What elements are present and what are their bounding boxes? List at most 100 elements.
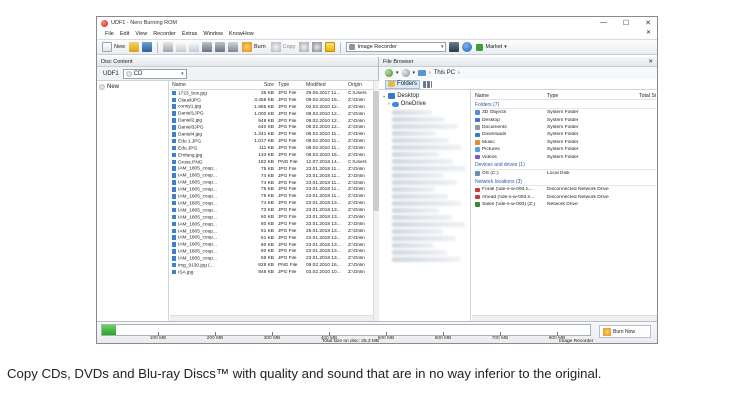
list-item[interactable]: Music System Folder (475, 139, 656, 146)
chevron-down-icon: ▾ (504, 44, 507, 50)
table-row[interactable]: IAM_1805_coup... 60 KB JPG File 23.01.2018 … (170, 248, 379, 255)
tree-item-new[interactable]: New (99, 83, 166, 91)
disc-type-select[interactable]: CD ▾ (122, 68, 187, 79)
table-row[interactable]: Edu.JPG 111 KB JPG File 08.02.2010 11... Z:\… (170, 145, 379, 152)
copy-icon[interactable] (176, 42, 187, 52)
cell-origin: Z:\Onlin (348, 201, 365, 207)
list-item[interactable]: 3D Objects System Folder (475, 109, 656, 116)
folders-toggle-button[interactable]: Folders (385, 79, 421, 89)
menu-knowhow[interactable]: KnowHow (229, 31, 254, 37)
burn-button[interactable]: Burn (241, 41, 267, 53)
column-size[interactable]: Size (250, 82, 276, 88)
table-row[interactable]: IAM_1805_coup... 74 KB JPG File 23.01.2018 … (170, 173, 379, 180)
paste-icon[interactable] (189, 42, 200, 52)
table-row[interactable]: Gross.PNG 182 KB PNG File 12.07.2018 14... C… (170, 159, 379, 166)
list-body: Folders (7) 3D Objects System Folder Deskto… (475, 101, 656, 208)
table-row[interactable]: IAM_1805_coup... 60 KB JPG File 23.01.2018 … (170, 242, 379, 249)
cut-icon[interactable] (163, 42, 174, 52)
image-file-icon (172, 97, 176, 103)
list-item[interactable]: Ahead (\\de-s-w-093.n... Disconnected Net… (475, 194, 656, 201)
column-name[interactable]: Name (475, 93, 547, 99)
chevron-down-icon[interactable]: ▾ (413, 70, 416, 76)
table-row[interactable]: IAM_1805_coup... 75 KB JPG File 23.01.2018 … (170, 186, 379, 193)
column-name[interactable]: Name (170, 82, 250, 88)
column-type[interactable]: Type (547, 93, 617, 99)
list-item[interactable]: Desktop System Folder (475, 116, 656, 123)
list-item[interactable]: Downloads System Folder (475, 131, 656, 138)
close-button[interactable]: ✕ (645, 19, 651, 27)
menu-edit[interactable]: Edit (120, 31, 129, 37)
menu-window[interactable]: Window (203, 31, 223, 37)
disc-icon[interactable] (312, 42, 323, 52)
maximize-button[interactable]: ☐ (623, 19, 629, 27)
list-item[interactable]: OS (C:) Local Disk (475, 170, 656, 177)
panel-close-icon[interactable]: ✕ (648, 59, 653, 65)
menu-file[interactable]: File (105, 31, 114, 37)
table-row[interactable]: IAM_1805_coup... 59 KB JPG File 23.01.2018 … (170, 255, 379, 262)
tree-item-onedrive[interactable]: › OneDrive (382, 100, 470, 108)
copy-disc-button[interactable]: Copy (270, 41, 297, 53)
list-item[interactable]: Pictures System Folder (475, 146, 656, 153)
collapse-icon[interactable]: › (388, 101, 390, 107)
table-row[interactable]: 1723_box.jpg 35 KB JPG File 29.05.2017 11..… (170, 90, 379, 97)
table-row[interactable]: Daniel4.jpg 1.341 KB JPG File 08.02.2010 11… (170, 131, 379, 138)
desktop-icon (388, 93, 396, 99)
table-row[interactable]: Daniel3JPG 640 KB JPG File 08.02.2010 12...… (170, 124, 379, 131)
recorder-select[interactable]: Image Recorder ▾ (346, 42, 447, 52)
menu-extras[interactable]: Extras (182, 31, 198, 37)
disc-info-icon[interactable] (215, 42, 226, 52)
drive-info-icon[interactable] (449, 42, 460, 52)
tools-icon[interactable] (228, 42, 239, 52)
table-row[interactable]: Edu 1.JPG 1.017 KB JPG File 08.02.2010 11..… (170, 138, 379, 145)
group-header[interactable]: Folders (7) (475, 101, 656, 109)
column-modified[interactable]: Modified (304, 82, 346, 88)
chevron-down-icon[interactable]: ▾ (396, 70, 399, 76)
column-origin[interactable]: Origin (346, 82, 372, 88)
view-mode-icon[interactable] (423, 80, 433, 88)
table-row[interactable]: Emfang.jpg 133 KB JPG File 08.02.2010 15...… (170, 152, 379, 159)
list-item[interactable]: Forall (\\de-s-w-093.n... Disconnected Ne… (475, 186, 656, 193)
file-name: Gross.PNG (178, 160, 203, 166)
table-row[interactable]: ClaudiJPG 3.458 KB JPG File 09.02.2010 16..… (170, 97, 379, 104)
column-total-size[interactable]: Total Si (639, 93, 656, 99)
eject-icon[interactable] (299, 42, 310, 52)
breadcrumb[interactable]: This PC (434, 70, 455, 76)
table-row[interactable]: IAM_1805_coup... 61 KB JPG File 23.01.2018 … (170, 235, 379, 242)
group-header[interactable]: Network locations (3) (475, 178, 656, 187)
info-icon[interactable] (462, 42, 473, 52)
table-row[interactable]: IAM_1805_coup... 73 KB JPG File 23.01.2018 … (170, 207, 379, 214)
minimize-button[interactable]: — (600, 19, 607, 27)
market-button[interactable]: Market ▾ (475, 41, 507, 53)
menu-close-icon[interactable]: ✕ (646, 29, 651, 36)
table-row[interactable]: img_9130.jpg (... 828 KB PNG File 09.02.201… (170, 262, 379, 269)
expand-icon[interactable]: ⌄ (382, 93, 386, 99)
back-icon[interactable] (385, 69, 393, 77)
tree-item-desktop[interactable]: ⌄ Desktop (382, 92, 470, 100)
properties-icon[interactable] (202, 42, 213, 52)
table-row[interactable]: IAM_1805_coup... 75 KB JPG File 23.01.2018 … (170, 166, 379, 173)
open-folder-icon[interactable] (129, 42, 140, 52)
table-row[interactable]: IAM_1805_coup... 60 KB JPG File 23.01.2018 … (170, 221, 379, 228)
group-header[interactable]: Devices and drives (1) (475, 162, 656, 170)
highlight-icon[interactable] (325, 42, 336, 52)
list-item[interactable]: Videos System Folder (475, 153, 656, 160)
table-row[interactable]: IAM_1805_coup... 75 KB JPG File 23.01.2018 … (170, 193, 379, 200)
menu-recorder[interactable]: Recorder (153, 31, 176, 37)
list-item[interactable]: Documents System Folder (475, 124, 656, 131)
table-row[interactable]: IAM_1805_coup... 61 KB JPG File 25.01.2018 … (170, 228, 379, 235)
table-row[interactable]: IAM_1805_coup... 74 KB JPG File 23.01.2018 … (170, 180, 379, 187)
save-icon[interactable] (142, 42, 153, 52)
cell-modified: 09.02.2010 16... (306, 97, 341, 103)
menu-view[interactable]: View (135, 31, 147, 37)
table-row[interactable]: Daniel2.jpg 948 KB JPG File 08.02.2010 12..… (170, 118, 379, 125)
new-button[interactable]: New (101, 41, 126, 53)
table-row[interactable]: conny1.jpg 1.865 KB JPG File 02.02.2010 12.… (170, 104, 379, 111)
blurred-tree-item (392, 131, 436, 136)
forward-icon[interactable] (401, 69, 410, 77)
table-row[interactable]: Daniel1JPG 1.000 KB JPG File 08.02.2010 12.… (170, 111, 379, 118)
column-type[interactable]: Type (276, 82, 304, 88)
table-row[interactable]: IAM_1805_coup... 74 KB JPG File 23.01.2018 … (170, 200, 379, 207)
list-item[interactable]: Sales (\\de-s-w-093) (Z:) Network Drive (475, 201, 656, 208)
table-row[interactable]: ISA.jpg 848 KB JPG File 03.02.2010 10... Z:\… (170, 269, 379, 276)
table-row[interactable]: IAM_1805_coup... 60 KB JPG File 23.01.2018 … (170, 214, 379, 221)
